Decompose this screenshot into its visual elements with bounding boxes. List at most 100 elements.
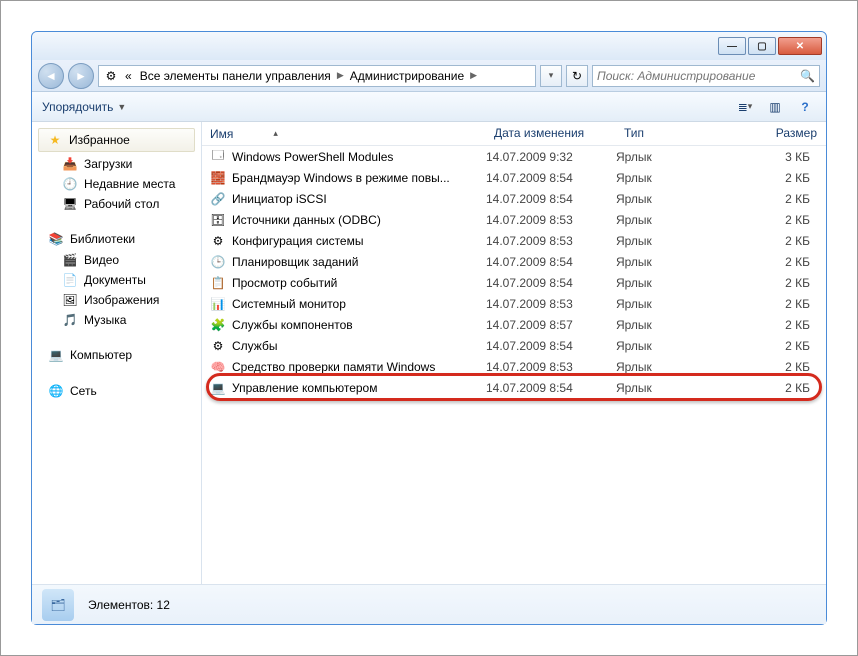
forward-button[interactable]: ► [68, 63, 94, 89]
file-name: Службы компонентов [232, 318, 353, 332]
file-row[interactable]: 🔗Инициатор iSCSI14.07.2009 8:54Ярлык2 КБ [202, 188, 826, 209]
breadcrumb-item[interactable]: Администрирование [348, 69, 466, 83]
file-name: Управление компьютером [232, 381, 377, 395]
sidebar-computer[interactable]: 💻 Компьютер [32, 344, 201, 366]
file-icon: 🧠 [210, 359, 226, 375]
file-size: 2 КБ [736, 318, 826, 332]
column-name[interactable]: Имя ▴ [202, 122, 486, 145]
sidebar-label: Избранное [69, 133, 130, 147]
sidebar-item-icon: 🕘 [62, 176, 78, 192]
file-date: 14.07.2009 9:32 [486, 150, 616, 164]
dropdown-icon: ▼ [117, 102, 126, 112]
file-date: 14.07.2009 8:53 [486, 234, 616, 248]
sidebar-item[interactable]: 🖼Изображения [32, 290, 201, 310]
file-type: Ярлык [616, 213, 736, 227]
organize-label: Упорядочить [42, 100, 113, 114]
file-row[interactable]: 🗄Источники данных (ODBC)14.07.2009 8:53Я… [202, 209, 826, 230]
file-row[interactable]: 💻Управление компьютером14.07.2009 8:54Яр… [202, 377, 826, 398]
file-row[interactable]: 📊Системный монитор14.07.2009 8:53Ярлык2 … [202, 293, 826, 314]
sidebar-item[interactable]: 🕘Недавние места [32, 174, 201, 194]
view-icon: ≣ [738, 100, 748, 114]
column-date[interactable]: Дата изменения [486, 122, 616, 145]
titlebar: — ▢ ✕ [32, 32, 826, 60]
status-icon: 🗂 [42, 589, 74, 621]
file-row[interactable]: 🗔 Windows PowerShell Modules 14.07.2009 9:… [202, 146, 826, 167]
file-row[interactable]: ⚙Службы14.07.2009 8:54Ярлык2 КБ [202, 335, 826, 356]
file-name: Windows PowerShell Modules [232, 150, 393, 164]
file-icon: 🔗 [210, 191, 226, 207]
file-icon: 🕒 [210, 254, 226, 270]
sort-icon: ▴ [273, 128, 278, 139]
file-row[interactable]: 📋Просмотр событий14.07.2009 8:54Ярлык2 К… [202, 272, 826, 293]
organize-button[interactable]: Упорядочить ▼ [42, 100, 126, 114]
file-date: 14.07.2009 8:54 [486, 192, 616, 206]
breadcrumb-item[interactable]: Все элементы панели управления [138, 69, 333, 83]
back-icon: ◄ [45, 69, 57, 83]
sidebar-item[interactable]: 🖥Рабочий стол [32, 194, 201, 214]
search-input[interactable] [597, 69, 800, 83]
file-date: 14.07.2009 8:53 [486, 360, 616, 374]
minimize-button[interactable]: — [718, 37, 746, 55]
preview-pane-button[interactable]: ▥ [764, 96, 786, 118]
sidebar-label: Компьютер [70, 348, 132, 362]
file-type: Ярлык [616, 360, 736, 374]
help-icon: ? [801, 100, 808, 114]
file-row[interactable]: 🕒Планировщик заданий14.07.2009 8:54Ярлык… [202, 251, 826, 272]
dropdown-icon: ▾ [748, 101, 753, 112]
sidebar-libraries[interactable]: 📚 Библиотеки [32, 228, 201, 250]
file-icon: 🗔 [210, 149, 226, 165]
address-dropdown-button[interactable]: ▾ [540, 65, 562, 87]
refresh-icon: ↻ [572, 69, 582, 83]
maximize-button[interactable]: ▢ [748, 37, 776, 55]
column-size[interactable]: Размер [736, 122, 826, 145]
sidebar-label: Сеть [70, 384, 97, 398]
sidebar-item-label: Музыка [84, 313, 126, 327]
file-size: 2 КБ [736, 360, 826, 374]
file-size: 2 КБ [736, 276, 826, 290]
view-button[interactable]: ≣▾ [734, 96, 756, 118]
explorer-window: — ▢ ✕ ◄ ► ⚙ « Все элементы панели управл… [31, 31, 827, 625]
control-panel-icon: ⚙ [103, 68, 119, 84]
file-size: 2 КБ [736, 234, 826, 248]
sidebar-network[interactable]: 🌐 Сеть [32, 380, 201, 402]
file-date: 14.07.2009 8:54 [486, 339, 616, 353]
sidebar-item-label: Изображения [84, 293, 159, 307]
file-row[interactable]: 🧱Брандмауэр Windows в режиме повы...14.0… [202, 167, 826, 188]
breadcrumb-sep-icon: ▶ [470, 70, 477, 81]
sidebar-favorites[interactable]: ★ Избранное [38, 128, 195, 152]
refresh-button[interactable]: ↻ [566, 65, 588, 87]
column-label: Имя [210, 127, 233, 141]
file-date: 14.07.2009 8:54 [486, 255, 616, 269]
sidebar: ★ Избранное 📥Загрузки🕘Недавние места🖥Раб… [32, 122, 202, 584]
file-icon: 🧱 [210, 170, 226, 186]
file-size: 2 КБ [736, 339, 826, 353]
file-date: 14.07.2009 8:53 [486, 297, 616, 311]
file-type: Ярлык [616, 255, 736, 269]
file-date: 14.07.2009 8:57 [486, 318, 616, 332]
sidebar-item[interactable]: 📥Загрузки [32, 154, 201, 174]
file-date: 14.07.2009 8:54 [486, 381, 616, 395]
sidebar-item[interactable]: 🎬Видео [32, 250, 201, 270]
file-row[interactable]: 🧠Средство проверки памяти Windows14.07.2… [202, 356, 826, 377]
sidebar-item[interactable]: 🎵Музыка [32, 310, 201, 330]
column-label: Дата изменения [494, 126, 584, 140]
sidebar-item-label: Загрузки [84, 157, 132, 171]
file-icon: 📋 [210, 275, 226, 291]
file-row[interactable]: 🧩Службы компонентов14.07.2009 8:57Ярлык2… [202, 314, 826, 335]
address-bar[interactable]: ⚙ « Все элементы панели управления ▶ Адм… [98, 65, 536, 87]
back-button[interactable]: ◄ [38, 63, 64, 89]
body: ★ Избранное 📥Загрузки🕘Недавние места🖥Раб… [32, 122, 826, 584]
sidebar-label: Библиотеки [70, 232, 135, 246]
column-type[interactable]: Тип [616, 122, 736, 145]
file-icon: 💻 [210, 380, 226, 396]
search-box[interactable]: 🔍 [592, 65, 820, 87]
sidebar-item-label: Документы [84, 273, 146, 287]
sidebar-item[interactable]: 📄Документы [32, 270, 201, 290]
breadcrumb-bracket: « [123, 69, 134, 83]
dropdown-icon: ▾ [549, 70, 554, 81]
file-row[interactable]: ⚙Конфигурация системы14.07.2009 8:53Ярлы… [202, 230, 826, 251]
close-button[interactable]: ✕ [778, 37, 822, 55]
file-type: Ярлык [616, 234, 736, 248]
file-date: 14.07.2009 8:54 [486, 171, 616, 185]
help-button[interactable]: ? [794, 96, 816, 118]
